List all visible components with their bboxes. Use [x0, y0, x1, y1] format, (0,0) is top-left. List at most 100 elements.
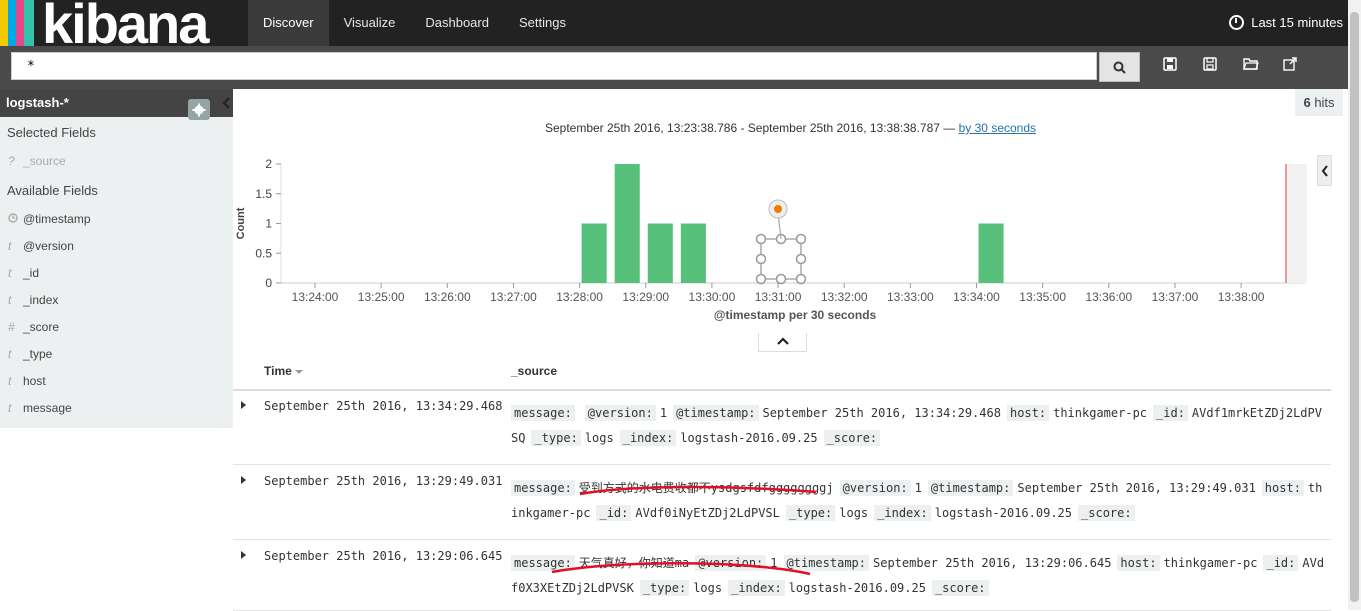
source-field-key: _type: — [639, 580, 690, 596]
source-field-value: thinkgamer-pc — [1053, 406, 1148, 420]
table-row[interactable]: September 25th 2016, 13:29:49.031 message… — [233, 464, 1331, 540]
source-field-value: September 25th 2016, 13:29:06.645 — [873, 556, 1112, 570]
source-field-key: host: — [1117, 555, 1160, 571]
chevron-up-icon — [777, 337, 789, 345]
share-search-icon[interactable] — [1283, 57, 1299, 73]
source-field-value: logstash-2016.09.25 — [788, 581, 926, 595]
search-button[interactable] — [1099, 52, 1140, 82]
row-source: message: @version: 1 @timestamp: September 2… — [511, 401, 1326, 451]
available-fields-heading: Available Fields — [7, 183, 98, 198]
time-column-header[interactable]: Time — [264, 364, 304, 378]
search-icon — [1113, 61, 1126, 74]
chevron-left-icon — [222, 97, 230, 109]
source-field-key: @timestamp: — [673, 405, 759, 421]
source-field-value: September 25th 2016, 13:29:49.031 — [1017, 481, 1256, 495]
y-tick-label: 2 — [265, 157, 272, 171]
field-index[interactable]: t _index — [0, 287, 233, 314]
time-picker[interactable]: Last 15 minutes — [1229, 0, 1343, 46]
field-name: host — [23, 374, 46, 388]
logo-color-bars — [0, 0, 34, 46]
source-field-value: logs — [693, 581, 723, 595]
search-input[interactable]: * — [11, 52, 1097, 80]
field-name: message — [23, 401, 72, 415]
red-underline-annotation — [551, 561, 811, 576]
x-tick-label: 13:36:00 — [1085, 290, 1132, 304]
selection-handles-overlay[interactable] — [755, 199, 807, 285]
source-field-value: 1 — [914, 481, 922, 495]
search-toolbar — [1163, 57, 1323, 73]
field-version[interactable]: t @version — [0, 233, 233, 260]
hits-label: hits — [1314, 95, 1335, 110]
nav-tab-settings[interactable]: Settings — [504, 0, 581, 46]
page-scrollbar[interactable] — [1348, 0, 1361, 610]
source-field-value: logstash-2016.09.25 — [934, 506, 1073, 520]
field-type[interactable]: t _type — [0, 341, 233, 368]
table-row[interactable]: September 25th 2016, 13:34:29.468 message… — [233, 389, 1331, 465]
hits-number: 6 — [1303, 95, 1311, 110]
nav-tab-discover[interactable]: Discover — [248, 0, 329, 46]
available-fields-list: @timestamp t @version t _id t _index # _score t _t… — [0, 206, 233, 422]
source-field-key: _score: — [823, 430, 881, 446]
x-tick-label: 13:26:00 — [424, 290, 471, 304]
interval-link[interactable]: by 30 seconds — [959, 121, 1036, 135]
field-message[interactable]: t message — [0, 395, 233, 422]
top-nav-bar: kibana Discover Visualize Dashboard Setting… — [0, 0, 1348, 55]
x-tick-label: 13:30:00 — [689, 290, 736, 304]
source-field-value: 1 — [659, 406, 668, 420]
source-field-key: _score: — [931, 580, 989, 596]
time-picker-label: Last 15 minutes — [1251, 15, 1343, 30]
field-score[interactable]: # _score — [0, 314, 233, 341]
field-sidebar: logstash-* Selected Fields ? _source Avai… — [0, 89, 233, 428]
x-tick-label: 13:25:00 — [358, 290, 405, 304]
source-column-header: _source — [511, 364, 558, 378]
source-field-value: September 25th 2016, 13:34:29.468 — [762, 406, 1001, 420]
time-range-text: September 25th 2016, 13:23:38.786 - Sept… — [233, 121, 1348, 135]
clock-icon — [1229, 15, 1245, 30]
histogram-bar — [614, 164, 640, 283]
x-tick-label: 13:29:00 — [622, 290, 669, 304]
expand-row-icon[interactable] — [241, 551, 246, 559]
field-name: _id — [23, 266, 40, 280]
index-pattern-name: logstash-* — [6, 95, 69, 110]
selected-fields-list: ? _source — [0, 148, 233, 175]
sidebar-collapse-button[interactable] — [221, 96, 233, 112]
nav-tab-visualize[interactable]: Visualize — [329, 0, 411, 46]
y-tick-label: 1 — [265, 217, 272, 231]
x-tick-label: 13:33:00 — [887, 290, 934, 304]
source-field-value: AVdf0iNyEtZDj2LdPVSL — [635, 506, 780, 520]
expand-row-icon[interactable] — [241, 401, 246, 409]
y-tick-label: 0 — [265, 276, 272, 290]
field-type-icon: t — [8, 266, 12, 280]
field-settings-button[interactable] — [188, 99, 210, 120]
y-axis-label: Count — [235, 207, 247, 239]
save-search-icon[interactable] — [1203, 57, 1219, 73]
current-time-region — [1285, 164, 1307, 283]
field-name: _score — [23, 320, 60, 334]
source-field-key: @version: — [839, 480, 911, 496]
sort-caret-icon[interactable] — [295, 369, 304, 374]
x-tick-label: 13:24:00 — [292, 290, 339, 304]
field-timestamp[interactable]: @timestamp — [0, 206, 233, 233]
chart-collapse-button[interactable] — [758, 333, 807, 352]
field-type-icon: # — [8, 320, 15, 334]
source-field-key: _type: — [785, 505, 836, 521]
field-name: @version — [23, 239, 74, 253]
histogram-bar — [680, 223, 706, 283]
kibana-logo[interactable]: kibana — [0, 0, 245, 55]
field-name: _type — [23, 347, 53, 361]
source-field-key: _index: — [619, 430, 677, 446]
field-id[interactable]: t _id — [0, 260, 233, 287]
field-type-icon: t — [8, 293, 12, 307]
scrollbar-thumb[interactable] — [1350, 12, 1359, 602]
nav-tab-dashboard[interactable]: Dashboard — [410, 0, 504, 46]
chart-panel-toggle[interactable] — [1317, 155, 1332, 186]
search-bar-row: * — [0, 46, 1348, 89]
field-source[interactable]: ? _source — [0, 148, 233, 175]
field-host[interactable]: t host — [0, 368, 233, 395]
x-tick-label: 13:32:00 — [821, 290, 868, 304]
open-search-icon[interactable] — [1243, 57, 1259, 73]
new-search-icon[interactable] — [1163, 57, 1179, 73]
expand-row-icon[interactable] — [241, 476, 246, 484]
x-axis-label: @timestamp per 30 seconds — [714, 308, 877, 322]
hits-count: 6 hits — [1295, 89, 1343, 116]
